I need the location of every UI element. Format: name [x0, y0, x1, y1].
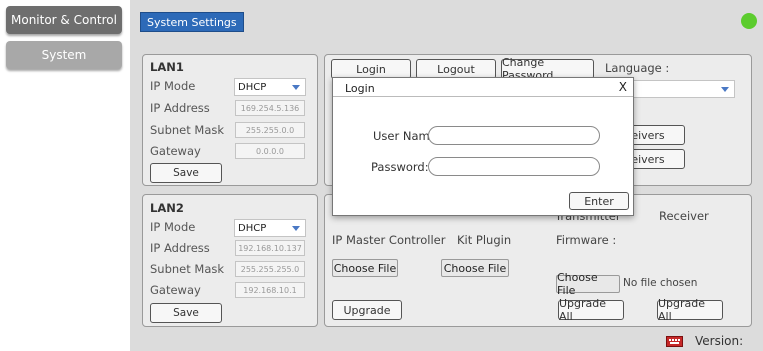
- firmware-label: Firmware :: [556, 233, 617, 247]
- sidebar-item-system[interactable]: System: [6, 41, 122, 69]
- lan2-gateway-label: Gateway: [150, 283, 201, 297]
- lan1-panel: LAN1 IP Mode DHCP IP Address 169.254.5.1…: [142, 54, 318, 186]
- no-file-chosen-text: No file chosen: [623, 277, 698, 289]
- lan1-ip-mode-value: DHCP: [238, 81, 267, 93]
- chevron-down-icon: [292, 226, 300, 231]
- password-label: Password:: [371, 160, 429, 174]
- lan1-title: LAN1: [150, 60, 184, 74]
- sidebar-item-label: System: [41, 48, 87, 62]
- kit-plugin-label: Kit Plugin: [457, 233, 512, 247]
- lan1-gateway-label: Gateway: [150, 144, 201, 158]
- lan1-ip-mode-select[interactable]: DHCP: [234, 78, 306, 96]
- chevron-down-icon: [721, 87, 729, 92]
- lan1-gateway-field: 0.0.0.0: [235, 143, 305, 159]
- lan2-gateway-field: 192.168.10.1: [235, 282, 305, 298]
- login-dialog-title: Login: [345, 82, 375, 95]
- lan1-ip-mode-label: IP Mode: [150, 79, 196, 93]
- lan1-mask-label: Subnet Mask: [150, 123, 225, 137]
- divider: [333, 96, 633, 97]
- username-field[interactable]: [428, 126, 600, 145]
- lan2-ip-mode-select[interactable]: DHCP: [234, 219, 306, 237]
- language-label: Language :: [605, 61, 670, 75]
- enter-button[interactable]: Enter: [569, 192, 629, 210]
- lan2-ip-mode-value: DHCP: [238, 222, 267, 234]
- lan2-save-button[interactable]: Save: [150, 303, 222, 323]
- logout-button[interactable]: Logout: [416, 59, 496, 79]
- status-indicator: [741, 13, 757, 29]
- login-button[interactable]: Login: [331, 59, 411, 79]
- change-password-button[interactable]: Change Password: [501, 56, 594, 82]
- version-label: Version:: [695, 334, 744, 348]
- close-icon[interactable]: X: [619, 80, 627, 94]
- lan1-save-button[interactable]: Save: [150, 163, 222, 183]
- login-dialog: Login X User Name: Password: Enter: [332, 77, 634, 216]
- lan2-mask-field: 255.255.255.0: [235, 261, 305, 277]
- lan1-ip-field: 169.254.5.136: [235, 100, 305, 116]
- lan2-ip-label: IP Address: [150, 241, 210, 255]
- choose-file-button-firmware[interactable]: Choose File: [556, 271, 620, 297]
- receiver-label: Receiver: [659, 209, 709, 223]
- lan2-panel: LAN2 IP Mode DHCP IP Address 192.168.10.…: [142, 194, 318, 327]
- sidebar: Monitor & Control System: [0, 0, 128, 351]
- lan2-ip-field: 192.168.10.137: [235, 240, 305, 256]
- choose-file-button-kit-plugin[interactable]: Choose File: [441, 259, 509, 277]
- lan2-mask-label: Subnet Mask: [150, 262, 225, 276]
- password-field[interactable]: [428, 157, 600, 176]
- lan1-ip-label: IP Address: [150, 101, 210, 115]
- chevron-down-icon: [292, 85, 300, 90]
- choose-file-button-ip-master[interactable]: Choose File: [332, 259, 398, 277]
- upgrade-all-receiver-button[interactable]: Upgrade All: [657, 297, 723, 323]
- lan2-ip-mode-label: IP Mode: [150, 220, 196, 234]
- footer-bar: Version:: [130, 332, 763, 351]
- keyboard-icon: [666, 336, 683, 347]
- ip-master-controller-label: IP Master Controller: [332, 233, 446, 247]
- page-title: System Settings: [140, 12, 244, 32]
- sidebar-item-monitor-control[interactable]: Monitor & Control: [6, 6, 122, 34]
- upgrade-button[interactable]: Upgrade: [332, 300, 402, 320]
- top-bar: System Settings: [130, 0, 763, 44]
- upgrade-all-transmitter-button[interactable]: Upgrade All: [558, 297, 624, 323]
- sidebar-item-label: Monitor & Control: [11, 13, 117, 27]
- lan2-title: LAN2: [150, 201, 184, 215]
- lan1-mask-field: 255.255.0.0: [235, 122, 305, 138]
